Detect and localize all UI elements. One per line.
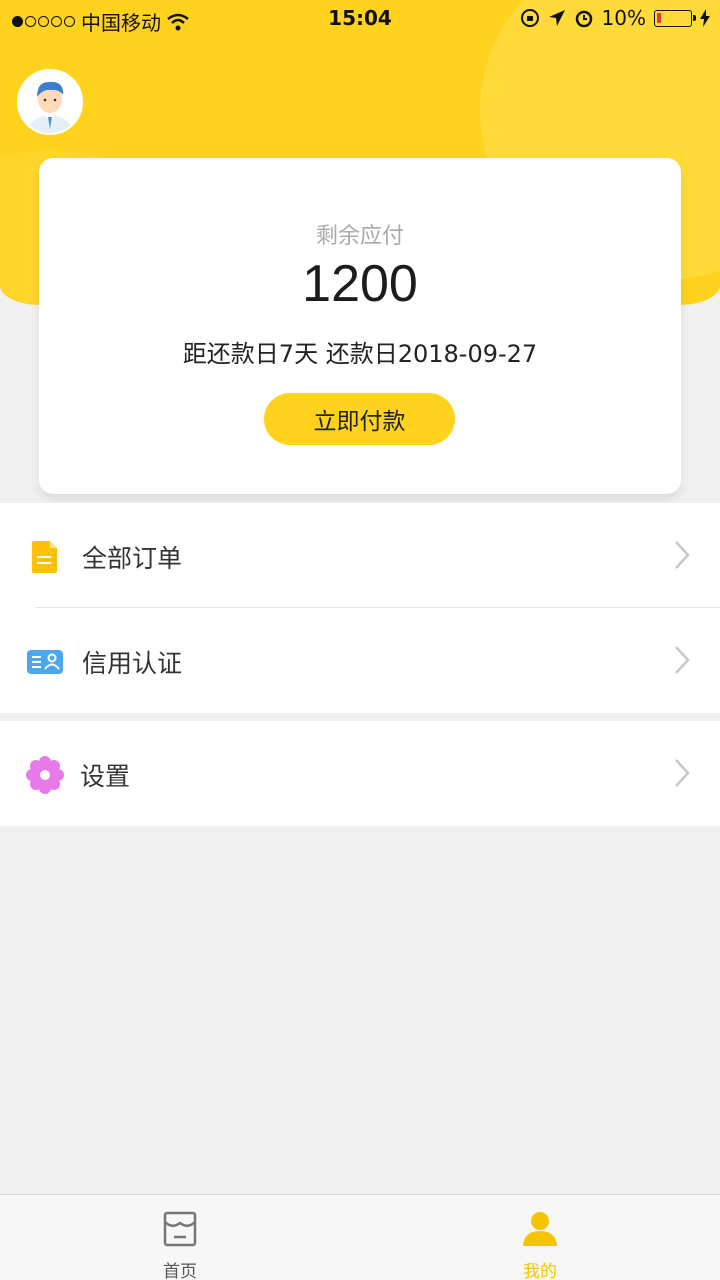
- battery-percent: 10%: [601, 6, 646, 30]
- due-date-text: 距还款日7天 还款日2018-09-27: [182, 340, 538, 368]
- location-icon: [548, 10, 565, 26]
- battery-icon: [654, 9, 696, 27]
- alarm-icon: [575, 10, 592, 28]
- chevron-right-icon: [675, 759, 690, 787]
- home-icon: [163, 1211, 197, 1247]
- settings-flower-icon: [26, 756, 64, 794]
- remaining-label: 剩余应付: [315, 224, 404, 249]
- id-card-icon: [27, 650, 63, 674]
- avatar[interactable]: [17, 69, 83, 135]
- payment-card: 剩余应付 1200 距还款日7天 还款日2018-09-27 立即付款: [39, 158, 681, 494]
- menu-item-label: 全部订单: [82, 544, 183, 573]
- tab-mine[interactable]: 我的: [360, 1195, 720, 1280]
- document-icon: [32, 541, 57, 573]
- menu-group-orders: 全部订单 信用认证: [0, 503, 720, 713]
- menu-item-label: 信用认证: [82, 649, 183, 678]
- menu-item-all-orders[interactable]: 全部订单: [0, 503, 720, 608]
- status-bar: 中国移动 15:04 10%: [0, 0, 720, 36]
- chevron-right-icon: [675, 541, 690, 569]
- pay-now-button[interactable]: 立即付款: [264, 393, 455, 445]
- tab-mine-label: 我的: [523, 1262, 557, 1280]
- menu-item-credit-auth[interactable]: 信用认证: [0, 608, 720, 713]
- menu-item-label: 设置: [80, 762, 131, 791]
- menu-group-settings: 设置: [0, 721, 720, 826]
- chevron-right-icon: [675, 646, 690, 674]
- user-avatar-icon: [19, 71, 81, 133]
- menu-item-settings[interactable]: 设置: [0, 721, 720, 826]
- rotation-lock-icon: [520, 9, 539, 27]
- tab-home[interactable]: 首页: [0, 1195, 360, 1280]
- remaining-amount: 1200: [302, 255, 418, 313]
- tab-home-label: 首页: [163, 1262, 197, 1280]
- user-icon: [523, 1212, 557, 1246]
- tab-bar: 首页 我的: [0, 1194, 720, 1280]
- charging-icon: [700, 9, 710, 27]
